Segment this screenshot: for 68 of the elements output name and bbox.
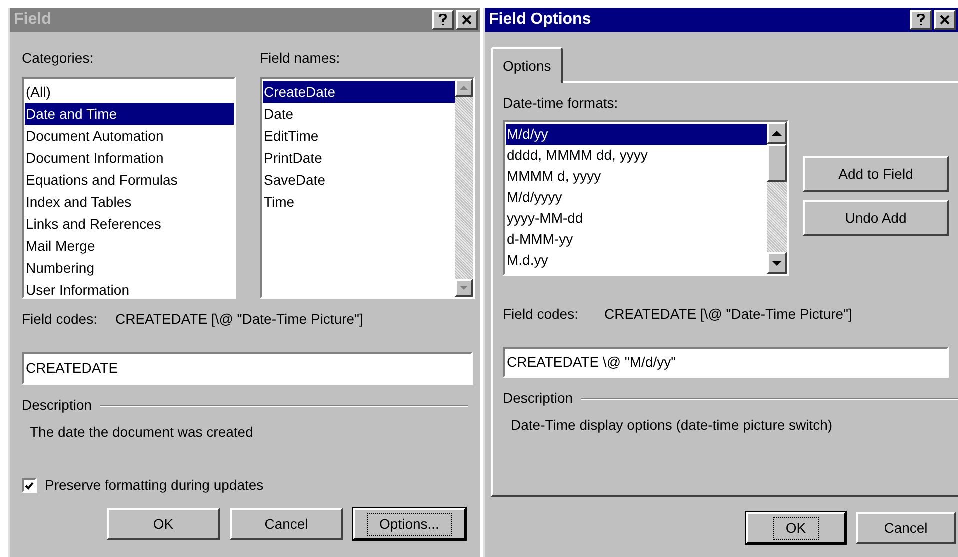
list-item[interactable]: M.d.yy — [506, 250, 767, 271]
up-arrow-icon — [460, 86, 468, 90]
list-item[interactable]: Numbering — [25, 257, 234, 279]
list-item[interactable]: M/d/yy — [506, 124, 767, 145]
categories-label: Categories: — [22, 49, 95, 68]
field-codes-syntax: CREATEDATE [\@ "Date-Time Picture"] — [115, 310, 364, 329]
list-item[interactable]: yyyy-MM-dd — [506, 208, 767, 229]
list-item[interactable]: Date — [263, 103, 455, 125]
description-label: Description — [503, 389, 574, 408]
tab[interactable]: Options — [491, 47, 564, 83]
dialog-button[interactable]: OK — [107, 508, 220, 540]
down-arrow-icon — [460, 286, 468, 290]
field-codes-label: Field codes: — [503, 305, 578, 324]
dialog-button[interactable]: Add to Field — [803, 156, 949, 192]
dialog-button[interactable]: OK — [746, 512, 846, 544]
field-code-input[interactable]: CREATEDATE \@ "M/d/yy" — [503, 347, 949, 378]
list-item[interactable]: User Information — [25, 279, 234, 297]
preserve-formatting-label: Preserve formatting during updates — [45, 476, 264, 495]
list-item[interactable]: d-MMM-yy — [506, 229, 767, 250]
close-button[interactable] — [934, 10, 956, 30]
field-names-label: Field names: — [260, 49, 342, 68]
list-item[interactable]: Mail Merge — [25, 235, 234, 257]
close-button[interactable] — [456, 10, 478, 30]
list-item[interactable]: Links and References — [25, 213, 234, 235]
list-item[interactable]: Date and Time — [25, 103, 234, 125]
checkmark-icon — [25, 482, 34, 490]
scroll-thumb[interactable] — [767, 144, 787, 182]
scroll-down-button[interactable] — [767, 252, 787, 274]
list-item[interactable]: CreateDate — [263, 81, 455, 103]
close-icon — [462, 15, 472, 25]
dialog-button[interactable]: Options... — [353, 508, 466, 540]
list-item[interactable]: Document Information — [25, 147, 234, 169]
up-arrow-icon — [772, 130, 782, 136]
list-item[interactable]: Document Automation — [25, 125, 234, 147]
help-button[interactable] — [432, 10, 454, 30]
formats-label: Date-time formats: — [503, 94, 620, 113]
list-item[interactable]: (All) — [25, 81, 234, 103]
dialog-button[interactable]: Cancel — [856, 512, 956, 544]
description-text: Date-Time display options (date-time picture switch) — [510, 416, 834, 435]
description-label: Description — [22, 396, 92, 415]
window-title: Field Options — [489, 10, 592, 30]
list-item[interactable]: M/d/yyyy — [506, 187, 767, 208]
dialog-button[interactable]: Undo Add — [803, 200, 949, 236]
field-code-input[interactable]: CREATEDATE — [22, 352, 473, 385]
list-item[interactable]: SaveDate — [263, 169, 455, 191]
dialog-button[interactable]: Cancel — [230, 508, 343, 540]
list-item[interactable]: EditTime — [263, 125, 455, 147]
scrollbar[interactable] — [455, 79, 473, 297]
scroll-down-button[interactable] — [455, 279, 473, 297]
list-item[interactable]: MMMM d, yyyy — [506, 166, 767, 187]
list-item[interactable]: Equations and Formulas — [25, 169, 234, 191]
down-arrow-icon — [772, 260, 782, 266]
list-item[interactable]: dddd, MMMM dd, yyyy — [506, 145, 767, 166]
list-item[interactable]: PrintDate — [263, 147, 455, 169]
list-item[interactable]: Index and Tables — [25, 191, 234, 213]
question-mark-icon — [439, 14, 447, 26]
close-icon — [940, 15, 950, 25]
window-title: Field — [14, 10, 52, 30]
question-mark-icon — [917, 14, 925, 26]
checkbox[interactable] — [22, 478, 37, 493]
help-button[interactable] — [910, 10, 932, 30]
scroll-up-button[interactable] — [455, 79, 473, 97]
scroll-up-button[interactable] — [767, 122, 787, 144]
field-codes-label: Field codes: — [22, 310, 98, 329]
description-text: The date the document was created — [29, 423, 254, 442]
field-codes-syntax: CREATEDATE [\@ "Date-Time Picture"] — [604, 305, 852, 324]
scrollbar[interactable] — [767, 122, 787, 274]
list-item[interactable]: Time — [263, 191, 455, 213]
